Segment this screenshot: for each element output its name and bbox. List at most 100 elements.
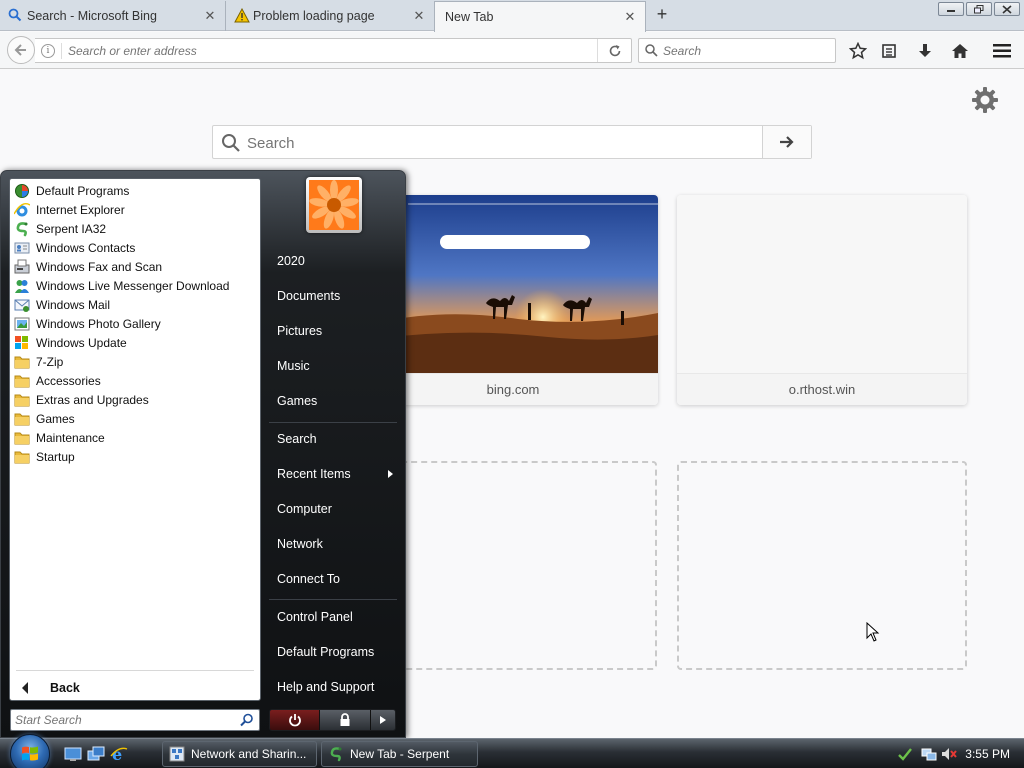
internet-explorer-icon[interactable]: e bbox=[110, 746, 128, 762]
tab-problem[interactable]: Problem loading page ✕ bbox=[226, 1, 435, 31]
chevron-right-icon bbox=[380, 716, 387, 724]
start-menu-program-item[interactable]: 7-Zip bbox=[14, 352, 63, 371]
info-icon[interactable]: i bbox=[41, 44, 55, 58]
restore-button[interactable] bbox=[966, 2, 992, 16]
start-search-input[interactable] bbox=[15, 712, 230, 728]
back-button[interactable] bbox=[7, 36, 35, 64]
gear-icon[interactable] bbox=[971, 86, 999, 114]
reading-list-icon[interactable] bbox=[879, 41, 899, 61]
close-tab-icon[interactable]: ✕ bbox=[412, 9, 426, 23]
reload-icon bbox=[609, 44, 620, 56]
start-menu-link[interactable]: Computer bbox=[269, 494, 399, 524]
tile-thumbnail bbox=[677, 195, 967, 373]
search-go-button[interactable] bbox=[762, 126, 811, 158]
start-button[interactable] bbox=[10, 734, 50, 768]
serpent-icon bbox=[330, 747, 342, 762]
tab-title: New Tab bbox=[445, 10, 494, 24]
close-tab-icon[interactable]: ✕ bbox=[623, 10, 637, 24]
start-menu-program-item[interactable]: Maintenance bbox=[14, 428, 105, 447]
start-menu-link[interactable]: Music bbox=[269, 351, 399, 381]
start-menu-program-item[interactable]: Startup bbox=[14, 447, 75, 466]
start-menu-link[interactable]: 2020 bbox=[269, 246, 399, 276]
fax-icon bbox=[14, 259, 36, 275]
user-picture[interactable] bbox=[306, 177, 362, 233]
show-desktop-icon[interactable] bbox=[64, 746, 82, 762]
top-site-tile-bing[interactable]: bing.com bbox=[368, 195, 658, 405]
start-search-box[interactable] bbox=[10, 709, 260, 731]
close-window-button[interactable] bbox=[994, 2, 1020, 16]
power-button[interactable] bbox=[270, 710, 320, 730]
program-label: Maintenance bbox=[36, 430, 105, 445]
tab-strip: Search - Microsoft Bing ✕ Problem loadin… bbox=[0, 0, 1024, 32]
start-menu-program-item[interactable]: Windows Live Messenger Download bbox=[14, 276, 229, 295]
newtab-search-input[interactable] bbox=[247, 132, 747, 154]
start-menu-link[interactable]: Control Panel bbox=[269, 602, 399, 632]
program-label: Windows Update bbox=[36, 335, 127, 350]
program-label: Windows Mail bbox=[36, 297, 111, 312]
close-tab-icon[interactable]: ✕ bbox=[203, 9, 217, 23]
start-menu-program-item[interactable]: Windows Contacts bbox=[14, 238, 135, 257]
search-icon[interactable] bbox=[240, 713, 254, 727]
search-bar[interactable] bbox=[638, 38, 836, 63]
clock[interactable]: 3:55 PM bbox=[965, 747, 1010, 761]
tab-new-tab[interactable]: New Tab ✕ bbox=[434, 1, 646, 32]
download-icon[interactable] bbox=[915, 41, 935, 61]
internet-explorer-icon bbox=[14, 202, 36, 218]
start-menu-program-item[interactable]: Windows Update bbox=[14, 333, 127, 352]
programs-pane: Default Programs Internet Explorer Serpent… bbox=[9, 178, 261, 701]
back-label: Back bbox=[50, 681, 80, 695]
network-icon[interactable] bbox=[921, 746, 937, 762]
start-menu-program-item[interactable]: Windows Photo Gallery bbox=[14, 314, 161, 333]
newtab-search-box[interactable] bbox=[212, 125, 812, 159]
bookmark-star-icon[interactable] bbox=[848, 41, 868, 61]
program-label: Accessories bbox=[36, 373, 101, 388]
start-menu-program-item[interactable]: Windows Fax and Scan bbox=[14, 257, 162, 276]
start-menu-program-item[interactable]: Accessories bbox=[14, 371, 101, 390]
tile-label: o.rthost.win bbox=[677, 373, 967, 405]
folder-icon bbox=[14, 373, 36, 389]
tab-bing[interactable]: Search - Microsoft Bing ✕ bbox=[0, 1, 226, 31]
switch-windows-icon[interactable] bbox=[87, 746, 105, 762]
shutdown-options-button[interactable] bbox=[370, 710, 395, 730]
start-menu-link[interactable]: Connect To bbox=[269, 564, 399, 594]
windows-logo-icon bbox=[22, 746, 38, 761]
start-menu-link[interactable]: Default Programs bbox=[269, 637, 399, 667]
window-controls bbox=[938, 2, 1020, 16]
taskbar-button-serpent[interactable]: New Tab - Serpent bbox=[321, 741, 478, 767]
program-label: Windows Contacts bbox=[36, 240, 136, 255]
menu-icon[interactable] bbox=[992, 41, 1012, 61]
url-input[interactable] bbox=[68, 42, 588, 60]
minimize-button[interactable] bbox=[938, 2, 964, 16]
messenger-icon bbox=[14, 278, 36, 294]
start-menu-program-item[interactable]: Default Programs bbox=[14, 181, 129, 200]
reload-button[interactable] bbox=[597, 39, 631, 62]
warning-icon bbox=[234, 8, 250, 23]
security-check-icon[interactable] bbox=[897, 746, 913, 762]
url-bar[interactable]: i bbox=[35, 38, 632, 63]
start-menu-program-item[interactable]: Internet Explorer bbox=[14, 200, 125, 219]
volume-muted-icon[interactable] bbox=[941, 746, 958, 762]
start-menu-program-item[interactable]: Games bbox=[14, 409, 75, 428]
tile-label: bing.com bbox=[368, 373, 658, 405]
start-menu-link[interactable]: Help and Support bbox=[269, 672, 399, 702]
contacts-icon bbox=[14, 240, 36, 256]
lock-icon bbox=[340, 713, 350, 726]
lock-button[interactable] bbox=[319, 710, 371, 730]
start-menu-link[interactable]: Search bbox=[269, 424, 399, 454]
top-site-tile-rthost[interactable]: o.rthost.win bbox=[677, 195, 967, 405]
start-menu-link[interactable]: Network bbox=[269, 529, 399, 559]
home-icon[interactable] bbox=[950, 41, 970, 61]
taskbar-button-network[interactable]: Network and Sharin... bbox=[162, 741, 317, 767]
start-menu-program-item[interactable]: Windows Mail bbox=[14, 295, 110, 314]
start-menu-link[interactable]: Pictures bbox=[269, 316, 399, 346]
folder-icon bbox=[14, 354, 36, 370]
back-button[interactable]: Back bbox=[16, 678, 80, 698]
search-input[interactable] bbox=[663, 42, 828, 60]
start-menu-link[interactable]: Games bbox=[269, 386, 399, 416]
start-menu-link[interactable]: Recent Items bbox=[269, 459, 399, 489]
new-tab-button[interactable]: + bbox=[652, 5, 672, 25]
start-menu-link[interactable]: Documents bbox=[269, 281, 399, 311]
start-menu-program-item[interactable]: Serpent IA32 bbox=[14, 219, 106, 238]
back-arrow-icon bbox=[14, 44, 26, 56]
start-menu-program-item[interactable]: Extras and Upgrades bbox=[14, 390, 149, 409]
